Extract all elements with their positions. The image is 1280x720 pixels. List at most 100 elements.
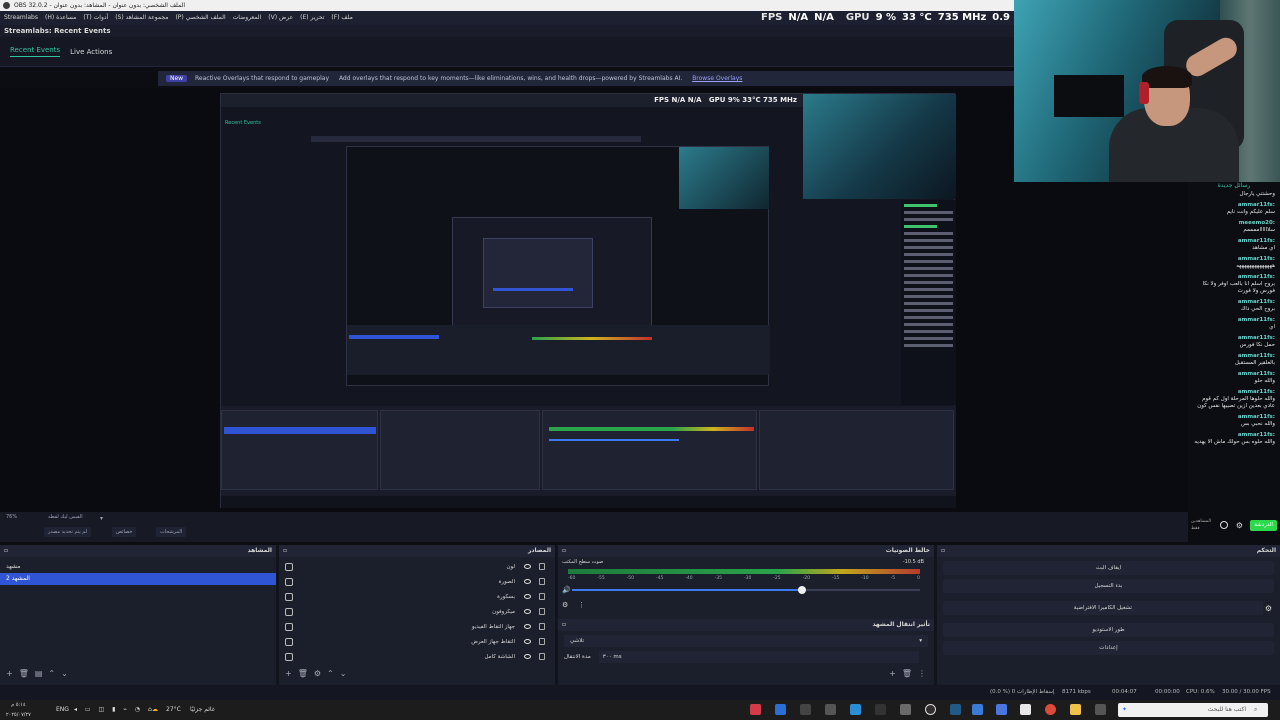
scene-item-selected[interactable]: المشهد 2 — [0, 573, 276, 585]
source-item[interactable]: ميكروفون — [279, 605, 555, 620]
volume-slider[interactable] — [572, 586, 920, 594]
remove-transition-icon[interactable]: 🗑 — [902, 669, 912, 678]
app-icon[interactable] — [972, 704, 983, 715]
move-down-icon[interactable]: ⌄ — [340, 669, 347, 678]
add-scene-icon[interactable]: + — [6, 669, 13, 678]
settings-button[interactable]: إعدادات — [943, 641, 1274, 655]
chat-username[interactable]: ammar11fs: — [1238, 238, 1275, 245]
app-icon[interactable] — [850, 704, 861, 715]
chat-send-button[interactable]: الدردشة — [1250, 519, 1277, 531]
chat-username[interactable]: ammar11fs: — [1238, 274, 1275, 281]
app-icon[interactable] — [996, 704, 1007, 715]
add-source-icon[interactable]: + — [285, 669, 292, 678]
menu-scene-collection[interactable]: مجموعة المشاهد (S) — [115, 11, 168, 25]
lock-icon[interactable] — [539, 638, 545, 645]
menu-view[interactable]: عرض (V) — [268, 11, 293, 25]
browse-overlays-link[interactable]: Browse Overlays — [692, 75, 742, 82]
duration-value[interactable]: ٣٠٠ ms — [598, 651, 919, 663]
source-item[interactable]: لون — [279, 560, 555, 575]
app-icon[interactable] — [950, 704, 961, 715]
source-item[interactable]: بسكورة — [279, 590, 555, 605]
app-icon[interactable] — [900, 704, 911, 715]
chat-settings-icon[interactable]: ⚙ — [1236, 521, 1243, 529]
track-settings-icon[interactable]: ⚙ — [562, 601, 568, 609]
source-item[interactable]: التقاط جهاز العرض — [279, 635, 555, 650]
menu-help[interactable]: مساعدة (H) — [45, 11, 76, 25]
eye-icon[interactable] — [524, 624, 531, 629]
stop-stream-button[interactable]: ايقاف البث — [943, 561, 1274, 575]
remove-scene-icon[interactable]: 🗑 — [19, 669, 29, 678]
eye-icon[interactable] — [524, 609, 531, 614]
move-down-icon[interactable]: ⌄ — [61, 669, 68, 678]
filters-button[interactable]: المرشحات — [156, 527, 187, 537]
copilot-icon[interactable]: ✦ — [1122, 700, 1127, 720]
lock-icon[interactable] — [539, 608, 545, 615]
transition-menu-icon[interactable]: ⋮ — [918, 669, 926, 678]
app-icon[interactable] — [875, 704, 886, 715]
move-up-icon[interactable]: ⌃ — [327, 669, 334, 678]
menu-docks[interactable]: المعروضات — [233, 11, 262, 25]
scene-filter-icon[interactable]: ▤ — [35, 669, 43, 678]
volume-knob[interactable] — [797, 586, 806, 594]
dock-float-icon[interactable]: ▫ — [562, 619, 566, 631]
track-menu-icon[interactable]: ⋮ — [578, 601, 585, 609]
source-item[interactable]: جهاز التقاط الفيديو — [279, 620, 555, 635]
chat-username[interactable]: ammar11fs: — [1238, 414, 1275, 421]
move-up-icon[interactable]: ⌃ — [48, 669, 55, 678]
menu-profile[interactable]: الملف الشخصي (P) — [175, 11, 225, 25]
chat-username[interactable]: ammar11fs: — [1238, 317, 1275, 324]
zoom-level[interactable]: 76% — [6, 514, 17, 520]
menu-file[interactable]: ملف (F) — [331, 11, 352, 25]
clock[interactable]: ٥:١٤ م ٢٠٢٥/٠٧/٢٧ — [6, 700, 31, 720]
lock-icon[interactable] — [539, 653, 545, 660]
dock-float-icon[interactable]: ▫ — [941, 545, 945, 557]
chat-new-messages[interactable]: رسائل جديدة — [1188, 182, 1280, 189]
eye-icon[interactable] — [524, 654, 531, 659]
task-view-icon[interactable] — [1095, 704, 1106, 715]
settings-app-icon[interactable] — [800, 704, 811, 715]
lock-icon[interactable] — [539, 593, 545, 600]
scene-item[interactable]: مشهد — [0, 561, 276, 573]
menu-streamlabs[interactable]: Streamlabs — [4, 11, 38, 25]
eye-icon[interactable] — [524, 564, 531, 569]
mode-dropdown-icon[interactable]: ▾ — [100, 515, 103, 522]
dock-float-icon[interactable]: ▫ — [562, 545, 566, 557]
chat-username[interactable]: ammar11fs: — [1238, 202, 1275, 209]
lock-icon[interactable] — [539, 563, 545, 570]
transition-select[interactable]: تلاشي ▾ — [564, 635, 928, 647]
eye-icon[interactable] — [524, 639, 531, 644]
start-recording-button[interactable]: بدء التسجيل — [943, 579, 1274, 593]
chat-username[interactable]: ammar11fs: — [1238, 432, 1275, 439]
menu-edit[interactable]: تحرير (E) — [300, 11, 324, 25]
source-item[interactable]: الشاشة كامل — [279, 650, 555, 665]
dock-float-icon[interactable]: ▫ — [283, 545, 287, 557]
tray-icons[interactable]: ◂ ▭ ◫ ▮ ⌁ ◔ ⌂ — [74, 700, 155, 720]
virtual-camera-button[interactable]: تشغيل الكاميرا الافتراضية — [943, 601, 1263, 615]
weather-temp[interactable]: 27°C — [166, 700, 181, 720]
chat-emoji-icon[interactable] — [1220, 521, 1229, 529]
add-transition-icon[interactable]: + — [889, 669, 896, 678]
app-icon[interactable] — [1020, 704, 1031, 715]
gear-icon[interactable]: ⚙ — [1265, 604, 1272, 613]
source-item[interactable]: الصورة — [279, 575, 555, 590]
tab-live-actions[interactable]: Live Actions — [70, 48, 112, 56]
chat-username[interactable]: ammar11fs: — [1238, 371, 1275, 378]
chat-username[interactable]: ammar11fs: — [1238, 389, 1275, 396]
chat-username[interactable]: ammar11fs: — [1238, 335, 1275, 342]
chat-username[interactable]: ammar11fs: — [1238, 353, 1275, 360]
app-icon[interactable] — [750, 704, 761, 715]
chat-username[interactable]: ammar11fs: — [1238, 299, 1275, 306]
folder-icon[interactable] — [1070, 704, 1081, 715]
chrome-icon[interactable] — [1045, 704, 1056, 715]
lock-icon[interactable] — [539, 578, 545, 585]
chat-username[interactable]: ammar11fs: — [1238, 256, 1275, 263]
properties-button[interactable]: خصائص — [112, 527, 137, 537]
remove-source-icon[interactable]: 🗑 — [298, 669, 308, 678]
studio-mode-button[interactable]: طور الاستوديو — [943, 623, 1274, 637]
app-icon[interactable] — [775, 704, 786, 715]
dock-float-icon[interactable]: ▫ — [4, 545, 8, 557]
source-settings-icon[interactable]: ⚙ — [314, 669, 321, 678]
eye-icon[interactable] — [524, 579, 531, 584]
language-indicator[interactable]: ENG — [56, 700, 69, 720]
menu-tools[interactable]: أدوات (T) — [83, 11, 108, 25]
